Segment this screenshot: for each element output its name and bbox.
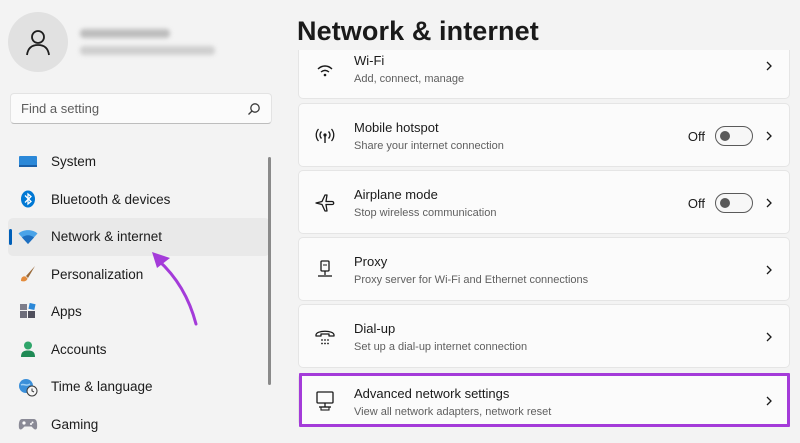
airplane-icon: [313, 191, 337, 215]
dial-up-title: Dial-up: [354, 321, 396, 336]
dial-up-icon: [313, 325, 337, 349]
annotation-arrow-icon: [152, 252, 198, 326]
sidebar-item-network[interactable]: Network & internet: [8, 218, 270, 256]
sidebar-item-label: Network & internet: [51, 229, 163, 245]
mobile-hotspot-card[interactable]: Mobile hotspot Share your internet conne…: [298, 103, 790, 167]
page-title: Network & internet: [297, 16, 539, 46]
wifi-icon: [313, 58, 337, 82]
sidebar-item-apps[interactable]: Apps: [8, 293, 270, 331]
sidebar-item-time-language[interactable]: Time & language: [8, 368, 270, 406]
sidebar: System Bluetooth & devices Network & int…: [0, 0, 285, 443]
user-profile[interactable]: [8, 12, 215, 72]
chevron-right-icon: [766, 131, 772, 141]
brush-icon: [18, 264, 38, 284]
sidebar-item-label: Apps: [51, 304, 82, 320]
chevron-right-icon: [766, 198, 772, 208]
sidebar-item-label: Accounts: [51, 341, 107, 357]
sidebar-scrollbar[interactable]: [268, 157, 271, 385]
search-box[interactable]: [10, 93, 272, 124]
proxy-icon: [313, 258, 337, 282]
apps-icon: [18, 302, 38, 322]
settings-list: Wi-Fi Add, connect, manage Mobile hotspo…: [298, 50, 790, 443]
person-icon: [18, 339, 38, 359]
airplane-mode-card[interactable]: Airplane mode Stop wireless communicatio…: [298, 170, 790, 234]
proxy-title: Proxy: [354, 254, 388, 269]
bluetooth-icon: [18, 189, 38, 209]
sidebar-item-accounts[interactable]: Accounts: [8, 331, 270, 369]
gamepad-icon: [18, 414, 38, 434]
avatar[interactable]: [8, 12, 68, 72]
airplane-mode-desc: Stop wireless communication: [354, 207, 497, 219]
toggle-knob: [720, 198, 730, 208]
airplane-mode-title: Airplane mode: [354, 187, 438, 202]
profile-text: [80, 29, 215, 55]
wifi-card[interactable]: Wi-Fi Add, connect, manage: [298, 50, 790, 99]
mobile-hotspot-toggle[interactable]: [715, 126, 753, 146]
wifi-title: Wi-Fi: [354, 53, 385, 68]
dial-up-text: Dial-up Set up a dial-up internet connec…: [354, 321, 527, 353]
advanced-network-settings-text: Advanced network settings View all netwo…: [354, 386, 551, 418]
wifi-icon: [18, 227, 38, 247]
mobile-hotspot-desc: Share your internet connection: [354, 140, 504, 152]
airplane-mode-text: Airplane mode Stop wireless communicatio…: [354, 187, 496, 219]
dial-up-desc: Set up a dial-up internet connection: [354, 341, 528, 353]
monitor-icon: [18, 152, 38, 172]
mobile-hotspot-toggle-group: Off: [688, 126, 753, 146]
person-icon: [26, 30, 50, 56]
chevron-right-icon: [766, 396, 772, 406]
network-adapter-icon: [313, 389, 337, 413]
advanced-network-settings-desc: View all network adapters, network reset: [354, 406, 552, 418]
airplane-mode-toggle[interactable]: [715, 193, 753, 213]
mobile-hotspot-title: Mobile hotspot: [354, 120, 439, 135]
airplane-mode-toggle-group: Off: [688, 193, 753, 213]
sidebar-item-gaming[interactable]: Gaming: [8, 406, 270, 443]
chevron-right-icon: [766, 61, 772, 71]
profile-name-blurred: [80, 29, 170, 38]
sidebar-item-label: Bluetooth & devices: [51, 191, 171, 207]
chevron-right-icon: [766, 332, 772, 342]
profile-email-blurred: [80, 46, 215, 55]
search-icon[interactable]: [247, 102, 261, 116]
wifi-desc: Add, connect, manage: [354, 73, 465, 85]
airplane-mode-state: Off: [687, 195, 705, 211]
proxy-text: Proxy Proxy server for Wi-Fi and Etherne…: [354, 254, 588, 286]
mobile-hotspot-text: Mobile hotspot Share your internet conne…: [354, 120, 504, 152]
sidebar-nav: System Bluetooth & devices Network & int…: [8, 143, 270, 443]
toggle-knob: [720, 131, 730, 141]
dial-up-card[interactable]: Dial-up Set up a dial-up internet connec…: [298, 304, 790, 368]
chevron-right-icon: [766, 265, 772, 275]
sidebar-item-label: Time & language: [51, 379, 153, 395]
hotspot-icon: [313, 124, 337, 148]
wifi-text: Wi-Fi Add, connect, manage: [354, 53, 464, 85]
sidebar-item-bluetooth[interactable]: Bluetooth & devices: [8, 181, 270, 219]
proxy-desc: Proxy server for Wi-Fi and Ethernet conn…: [354, 274, 589, 286]
proxy-card[interactable]: Proxy Proxy server for Wi-Fi and Etherne…: [298, 237, 790, 301]
advanced-network-settings-title: Advanced network settings: [354, 386, 510, 401]
sidebar-item-label: System: [51, 154, 97, 170]
search-input[interactable]: [21, 101, 247, 116]
globe-clock-icon: [18, 377, 38, 397]
sidebar-item-label: Gaming: [51, 416, 99, 432]
sidebar-item-personalization[interactable]: Personalization: [8, 256, 270, 294]
mobile-hotspot-state: Off: [687, 128, 705, 144]
advanced-network-settings-card[interactable]: Advanced network settings View all netwo…: [298, 373, 790, 426]
sidebar-item-label: Personalization: [51, 266, 144, 282]
sidebar-item-system[interactable]: System: [8, 143, 270, 181]
